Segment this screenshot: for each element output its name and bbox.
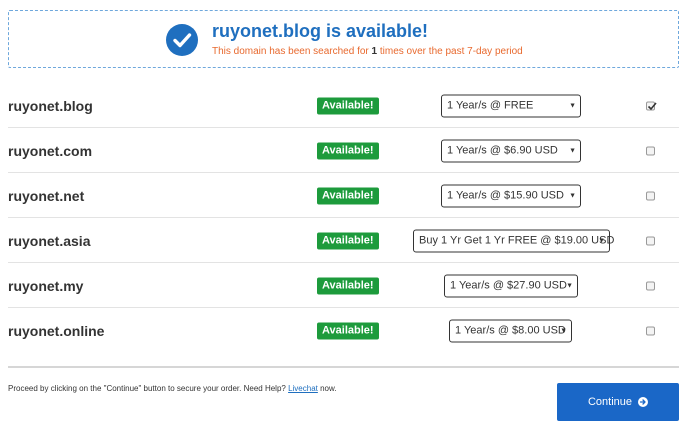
domain-name: ruyonet.my [8,277,84,294]
domain-name: ruyonet.online [8,323,105,339]
domain-row: ruyonet.online Available! 1 Year/s @ $8.… [8,309,679,353]
continue-button[interactable]: Continue [557,383,679,421]
registration-period-select[interactable]: Buy 1 Yr Get 1 Yr FREE @ $19.00 USD ▼ [413,229,614,252]
select-value: Buy 1 Yr Get 1 Yr FREE @ $19.00 USD [419,234,615,246]
check-circle-icon [166,24,198,56]
select-value: 1 Year/s @ FREE [447,99,534,111]
registration-period-select[interactable]: 1 Year/s @ $6.90 USD ▼ [441,139,581,162]
availability-banner: ruyonet.blog is available! This domain h… [8,10,679,68]
available-badge: Available! [317,322,379,340]
registration-period-select[interactable]: 1 Year/s @ $8.00 USD ▼ [449,319,572,343]
registration-period-select[interactable]: 1 Year/s @ FREE ▼ [441,94,581,117]
domain-checkbox[interactable] [646,236,655,245]
chevron-down-icon: ▼ [566,282,573,289]
domain-row: ruyonet.blog Available! 1 Year/s @ FREE ▼ [8,84,679,128]
select-value: 1 Year/s @ $15.90 USD [447,189,564,201]
domain-checkbox[interactable] [646,146,655,155]
domain-name: ruyonet.com [8,142,93,159]
banner-subtitle-suffix: times over the past 7-day period [377,46,523,57]
select-value: 1 Year/s @ $8.00 USD [455,324,566,337]
livechat-link[interactable]: Livechat [288,384,318,393]
domain-row: ruyonet.my Available! 1 Year/s @ $27.90 … [8,264,679,308]
divider [8,366,679,368]
domain-row: ruyonet.asia Available! Buy 1 Yr Get 1 Y… [8,219,679,263]
available-badge: Available! [317,232,379,249]
available-badge: Available! [317,142,379,159]
chevron-down-icon: ▼ [569,192,576,199]
chevron-down-icon: ▼ [560,327,567,335]
arrow-right-circle-icon [638,397,649,407]
banner-subtitle-prefix: This domain has been searched for [212,46,372,57]
domain-name: ruyonet.blog [8,97,93,114]
domain-name: ruyonet.net [8,187,85,204]
available-badge: Available! [317,187,379,204]
domain-checkbox[interactable] [646,191,655,200]
domain-checkbox[interactable] [646,326,655,336]
select-value: 1 Year/s @ $27.90 USD [450,279,567,291]
domain-row: ruyonet.net Available! 1 Year/s @ $15.90… [8,174,679,218]
banner-title: ruyonet.blog is available! [212,21,429,41]
banner-subtitle: This domain has been searched for 1 time… [212,46,523,57]
available-badge: Available! [317,97,379,114]
footer-help-text: Proceed by clicking on the "Continue" bu… [8,384,337,393]
chevron-down-icon: ▼ [569,147,576,154]
available-badge: Available! [317,277,379,294]
chevron-down-icon: ▼ [598,237,605,244]
footer-text-after: now. [317,384,337,393]
domain-checkbox[interactable] [646,101,657,110]
registration-period-select[interactable]: 1 Year/s @ $15.90 USD ▼ [441,184,581,207]
domain-row: ruyonet.com Available! 1 Year/s @ $6.90 … [8,129,679,173]
domain-checkbox[interactable] [646,281,655,290]
footer-text-before: Proceed by clicking on the "Continue" bu… [8,384,289,393]
select-value: 1 Year/s @ $6.90 USD [447,144,558,156]
chevron-down-icon: ▼ [569,102,576,109]
registration-period-select[interactable]: 1 Year/s @ $27.90 USD ▼ [444,274,578,297]
continue-label: Continue [587,396,633,408]
checkmark-icon [647,101,657,110]
domain-name: ruyonet.asia [8,232,91,249]
